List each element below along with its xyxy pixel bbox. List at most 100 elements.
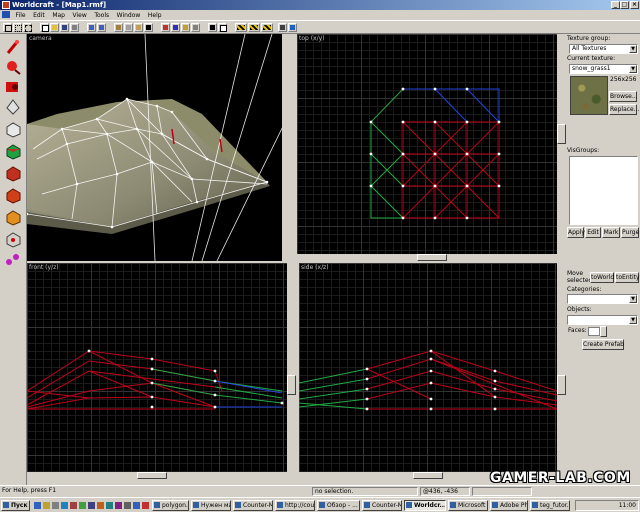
apply-texture-icon[interactable] xyxy=(3,164,23,182)
faces-spinner[interactable] xyxy=(600,326,607,337)
new-icon[interactable] xyxy=(40,23,49,32)
paste-icon[interactable] xyxy=(181,23,190,32)
maximize-button[interactable]: □ xyxy=(620,1,629,9)
front-viewport[interactable]: front (y/z) xyxy=(27,263,287,479)
clone-icon[interactable] xyxy=(191,23,200,32)
run-map-icon[interactable] xyxy=(208,23,217,32)
viewport-label-camera: camera xyxy=(29,35,52,42)
replace-button[interactable]: Replace... xyxy=(609,104,639,115)
hazard-tool-3-icon[interactable] xyxy=(261,23,273,32)
hide-icon[interactable] xyxy=(134,23,143,32)
current-texture-select[interactable]: snow_grass1 ▼ xyxy=(569,64,638,74)
task-counter-2[interactable]: Counter-M... xyxy=(362,500,402,511)
quick-launch-app-icon[interactable] xyxy=(61,502,68,509)
start-button[interactable]: Пуск xyxy=(1,500,30,511)
faces-input[interactable] xyxy=(588,327,600,336)
texture-group-value: All Textures xyxy=(572,45,607,52)
task-nuzhen[interactable]: Нужен ма... xyxy=(191,500,231,511)
group-icon[interactable] xyxy=(144,23,153,32)
texture-size: 256x256 xyxy=(610,76,637,83)
task-worldcraft[interactable]: Worldcr... xyxy=(404,500,446,511)
magnify-tool-icon[interactable] xyxy=(3,58,23,76)
camera-scrollbar[interactable] xyxy=(282,34,290,261)
front-vscrollbar[interactable] xyxy=(287,263,296,479)
quick-launch-folder-icon[interactable] xyxy=(43,502,50,509)
carve-icon[interactable] xyxy=(124,23,133,32)
clipping-tool-icon[interactable] xyxy=(3,208,23,226)
entity-tool-icon[interactable] xyxy=(3,98,23,116)
grid-larger-icon[interactable] xyxy=(23,23,32,32)
cut-icon[interactable] xyxy=(161,23,170,32)
create-prefab-button[interactable]: Create Prefab xyxy=(582,339,624,350)
move-selected-label: Move selected: xyxy=(567,270,595,284)
visgroup-apply-button[interactable]: Apply xyxy=(567,227,585,238)
visgroup-mark-button[interactable]: Mark xyxy=(602,227,620,238)
hazard-tool-icon[interactable] xyxy=(235,23,247,32)
quick-launch-desktop-icon[interactable] xyxy=(52,502,59,509)
camera-tool-icon[interactable] xyxy=(3,78,23,96)
quick-launch-app2-icon[interactable] xyxy=(70,502,77,509)
to-entity-button[interactable]: toEntity xyxy=(615,272,640,283)
undo-icon[interactable] xyxy=(87,23,96,32)
block-tool-icon[interactable] xyxy=(3,120,23,138)
task-adobe[interactable]: Adobe Ph... xyxy=(490,500,528,511)
camera-icon[interactable] xyxy=(278,23,287,32)
task-obzor[interactable]: Обзор - ... xyxy=(317,500,360,511)
copy-icon[interactable] xyxy=(171,23,180,32)
path-tool-icon[interactable] xyxy=(3,250,23,268)
objects-select[interactable]: ▼ xyxy=(567,315,638,325)
visgroup-purge-button[interactable]: Purge xyxy=(621,227,639,238)
grid-icon[interactable] xyxy=(3,23,12,32)
texture-group-select[interactable]: All Textures ▼ xyxy=(569,44,638,54)
hazard-tool-2-icon[interactable] xyxy=(248,23,260,32)
task-counter-1[interactable]: Counter-M... xyxy=(233,500,273,511)
quick-launch-app8-icon[interactable] xyxy=(124,502,131,509)
viewport-label-top: top (x/y) xyxy=(299,35,325,42)
vertex-tool-icon[interactable] xyxy=(3,230,23,248)
open-icon[interactable] xyxy=(50,23,59,32)
quick-launch-app10-icon[interactable] xyxy=(142,502,149,509)
redo-icon[interactable] xyxy=(97,23,106,32)
task-http[interactable]: http://cou... xyxy=(275,500,315,511)
save-icon[interactable] xyxy=(60,23,69,32)
magnet-icon[interactable] xyxy=(288,23,297,32)
decal-tool-icon[interactable] xyxy=(3,186,23,204)
close-button[interactable]: × xyxy=(630,1,639,9)
categories-select[interactable]: ▼ xyxy=(567,294,638,304)
quick-launch-ie-icon[interactable] xyxy=(34,502,41,509)
visgroup-edit-button[interactable]: Edit xyxy=(585,227,601,238)
viewport-label-front: front (y/z) xyxy=(29,264,59,271)
front-hscrollbar[interactable] xyxy=(27,472,287,479)
quick-launch-app6-icon[interactable] xyxy=(106,502,113,509)
top-viewport[interactable]: top (x/y) xyxy=(297,34,557,261)
status-help: For Help, press F1 xyxy=(2,487,57,494)
task-microsoft[interactable]: Microsoft ... xyxy=(448,500,488,511)
camera-viewport[interactable]: camera xyxy=(27,34,290,261)
chevron-down-icon: ▼ xyxy=(629,295,637,303)
menu-bar: File Edit Map View Tools Window Help xyxy=(0,10,640,20)
side-vscrollbar[interactable] xyxy=(557,263,566,479)
system-tray-clock: 11:00 xyxy=(575,500,639,511)
texture-lock-icon[interactable] xyxy=(114,23,123,32)
task-polygon[interactable]: polygon.co... xyxy=(152,500,189,511)
to-world-button[interactable]: toWorld xyxy=(590,272,614,283)
texture-tool-icon[interactable] xyxy=(3,142,23,160)
top-vscrollbar[interactable] xyxy=(557,34,566,261)
quick-launch-app9-icon[interactable] xyxy=(133,502,140,509)
entity-report-icon[interactable] xyxy=(218,23,227,32)
visgroups-list[interactable] xyxy=(569,156,638,225)
selection-tool-icon[interactable] xyxy=(3,38,23,56)
quick-launch-app7-icon[interactable] xyxy=(115,502,122,509)
quick-launch-app3-icon[interactable] xyxy=(79,502,86,509)
quick-launch-app4-icon[interactable] xyxy=(88,502,95,509)
print-icon[interactable] xyxy=(70,23,79,32)
status-coords: @436, -436 xyxy=(420,487,470,496)
grid-smaller-icon[interactable] xyxy=(13,23,22,32)
task-teg[interactable]: teg_futor... xyxy=(530,500,570,511)
quick-launch-app5-icon[interactable] xyxy=(97,502,104,509)
status-extra xyxy=(472,487,532,496)
side-viewport[interactable]: side (x/z) xyxy=(299,263,557,479)
browse-button[interactable]: Browse... xyxy=(609,91,638,102)
minimize-button[interactable]: _ xyxy=(611,1,620,9)
top-hscrollbar[interactable] xyxy=(297,254,557,261)
